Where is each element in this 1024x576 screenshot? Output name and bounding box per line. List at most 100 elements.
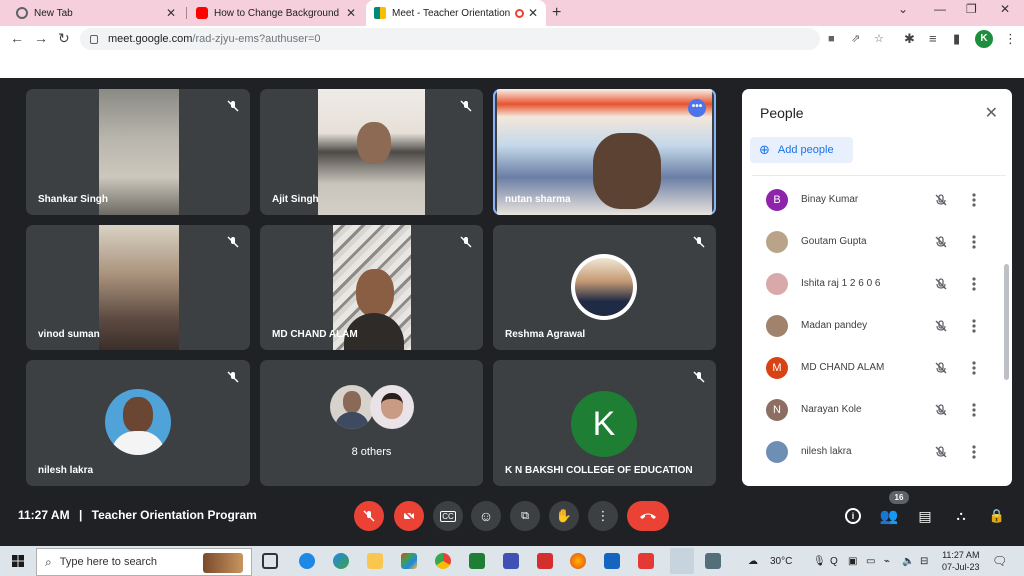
participant-tile[interactable]: Reshma Agrawal bbox=[493, 225, 716, 350]
meeting-details-button[interactable]: i bbox=[843, 506, 863, 526]
close-tab-icon[interactable]: ✕ bbox=[528, 6, 538, 20]
leave-call-button[interactable] bbox=[627, 501, 669, 531]
chrome-active-icon[interactable] bbox=[670, 548, 694, 574]
tab-meet[interactable]: Meet - Teacher Orientation P ✕ bbox=[366, 0, 546, 26]
participant-row[interactable]: nilesh lakra bbox=[742, 432, 1000, 474]
more-vert-icon[interactable] bbox=[972, 402, 976, 418]
app-icon[interactable] bbox=[503, 553, 519, 569]
mic-off-icon bbox=[227, 371, 239, 383]
profile-avatar[interactable]: K bbox=[975, 30, 993, 48]
participant-name: K N BAKSHI COLLEGE OF EDUCATION bbox=[505, 465, 693, 476]
more-vert-icon[interactable] bbox=[972, 360, 976, 376]
wps-icon[interactable] bbox=[638, 553, 654, 569]
minimize-icon[interactable]: — bbox=[934, 2, 946, 16]
participant-tile-others[interactable]: 8 others bbox=[260, 360, 483, 486]
bookmark-star-icon[interactable]: ☆ bbox=[874, 28, 884, 50]
word-icon[interactable] bbox=[604, 553, 620, 569]
network-icon[interactable]: ⌁ bbox=[884, 556, 890, 567]
add-people-button[interactable]: ⊕ Add people bbox=[750, 137, 853, 163]
participant-tile[interactable]: Shankar Singh bbox=[26, 89, 250, 215]
more-vert-icon[interactable] bbox=[972, 234, 976, 250]
tab-youtube[interactable]: How to Change Background in G ✕ bbox=[188, 0, 364, 26]
participant-row[interactable]: Goutam Gupta bbox=[742, 222, 1000, 264]
people-button[interactable]: 👥 bbox=[879, 506, 899, 526]
captions-button[interactable]: CC bbox=[433, 501, 463, 531]
more-options-button[interactable]: ⋮ bbox=[588, 501, 618, 531]
tab-search-icon[interactable]: ⌄ bbox=[898, 2, 908, 16]
camera-app-icon[interactable] bbox=[705, 553, 721, 569]
excel-icon[interactable] bbox=[469, 553, 485, 569]
close-window-icon[interactable]: ✕ bbox=[1000, 2, 1010, 16]
system-clock[interactable]: 11:27 AM 07-Jul-23 bbox=[942, 549, 980, 573]
mic-off-icon[interactable] bbox=[934, 277, 948, 291]
mic-off-icon[interactable] bbox=[934, 235, 948, 249]
notifications-icon[interactable]: 🗨 bbox=[992, 554, 1007, 568]
participant-row[interactable]: Madan pandey bbox=[742, 306, 1000, 348]
new-tab-button[interactable]: + bbox=[552, 4, 561, 22]
more-vert-icon[interactable] bbox=[972, 276, 976, 292]
mic-off-icon[interactable] bbox=[934, 319, 948, 333]
mic-off-icon[interactable] bbox=[934, 361, 948, 375]
participant-tile[interactable]: MD CHAND ALAM bbox=[260, 225, 483, 350]
reload-icon[interactable]: ↻ bbox=[58, 30, 70, 47]
taskbar-search-input[interactable]: ⌕ Type here to search bbox=[36, 548, 252, 576]
forward-icon[interactable]: → bbox=[34, 30, 48, 46]
mic-toggle-button[interactable] bbox=[354, 501, 384, 531]
camera-toggle-button[interactable] bbox=[394, 501, 424, 531]
task-view-icon[interactable] bbox=[262, 553, 278, 569]
participant-tile-active[interactable]: ••• nutan sharma bbox=[493, 89, 716, 215]
present-button[interactable]: ⧉ bbox=[510, 501, 540, 531]
raise-hand-button[interactable]: ✋ bbox=[549, 501, 579, 531]
share-icon[interactable]: ⇗ bbox=[851, 28, 860, 50]
edge-icon[interactable] bbox=[333, 553, 349, 569]
volume-icon[interactable]: 🔈 bbox=[902, 556, 914, 567]
file-explorer-icon[interactable] bbox=[367, 553, 383, 569]
extensions-icon[interactable]: ✱ bbox=[904, 31, 915, 47]
people-scrollbar[interactable] bbox=[1004, 264, 1009, 380]
participant-tile[interactable]: K K N BAKSHI COLLEGE OF EDUCATION bbox=[493, 360, 716, 486]
app-icon[interactable] bbox=[299, 553, 315, 569]
activities-button[interactable]: ⛬ bbox=[951, 506, 971, 526]
mic-off-icon[interactable] bbox=[934, 193, 948, 207]
quick-assist-icon[interactable]: Q bbox=[830, 556, 838, 567]
address-bar[interactable]: meet.google.com/rad-zjyu-ems?authuser=0 … bbox=[80, 28, 884, 50]
restore-icon[interactable]: ❐ bbox=[966, 2, 977, 16]
camera-icon[interactable]: ■ bbox=[828, 28, 835, 50]
chrome-icon[interactable] bbox=[435, 553, 451, 569]
tab-separator bbox=[186, 7, 187, 19]
reactions-button[interactable]: ☺ bbox=[471, 501, 501, 531]
mic-tray-icon[interactable]: 🎙 bbox=[813, 556, 826, 567]
windows-start-icon[interactable] bbox=[12, 555, 24, 567]
firefox-icon[interactable] bbox=[570, 553, 586, 569]
media-control-icon[interactable]: ≡ bbox=[929, 31, 937, 46]
side-panel-icon[interactable]: ▮ bbox=[953, 31, 960, 47]
close-tab-icon[interactable]: ✕ bbox=[346, 6, 356, 20]
language-icon[interactable]: ⊟ bbox=[920, 556, 928, 567]
close-tab-icon[interactable]: ✕ bbox=[166, 6, 176, 20]
pdf-icon[interactable] bbox=[537, 553, 553, 569]
mic-off-icon[interactable] bbox=[934, 403, 948, 417]
participant-tile[interactable]: Ajit Singh bbox=[260, 89, 483, 215]
meet-tray-icon[interactable]: ▣ bbox=[848, 556, 857, 567]
chat-button[interactable]: ▤ bbox=[915, 506, 935, 526]
participant-row[interactable]: B Binay Kumar bbox=[742, 180, 1000, 222]
more-vert-icon[interactable] bbox=[972, 444, 976, 460]
participant-row[interactable]: Ishita raj 1 2 6 0 6 bbox=[742, 264, 1000, 306]
more-options-button[interactable]: ••• bbox=[688, 99, 706, 117]
back-icon[interactable]: ← bbox=[10, 30, 24, 46]
host-controls-button[interactable]: 🔒 bbox=[987, 506, 1007, 526]
more-vert-icon[interactable] bbox=[972, 318, 976, 334]
participant-tile[interactable]: nilesh lakra bbox=[26, 360, 250, 486]
participant-row[interactable]: M MD CHAND ALAM bbox=[742, 348, 1000, 390]
store-icon[interactable] bbox=[401, 553, 417, 569]
tab-new-tab[interactable]: New Tab ✕ bbox=[8, 0, 184, 26]
more-vert-icon[interactable] bbox=[972, 192, 976, 208]
menu-icon[interactable]: ⋮ bbox=[1004, 31, 1017, 47]
close-icon[interactable]: ✕ bbox=[985, 103, 998, 123]
battery-icon[interactable]: ▭ bbox=[866, 556, 875, 567]
mic-off-icon[interactable] bbox=[934, 445, 948, 459]
windows-taskbar: ⌕ Type here to search ☁ 30°C 🎙 Q ▣ ▭ ⌁ 🔈… bbox=[0, 546, 1024, 576]
weather-temp[interactable]: 30°C bbox=[770, 556, 792, 567]
participant-tile[interactable]: vinod suman bbox=[26, 225, 250, 350]
participant-row[interactable]: N Narayan Kole bbox=[742, 390, 1000, 432]
